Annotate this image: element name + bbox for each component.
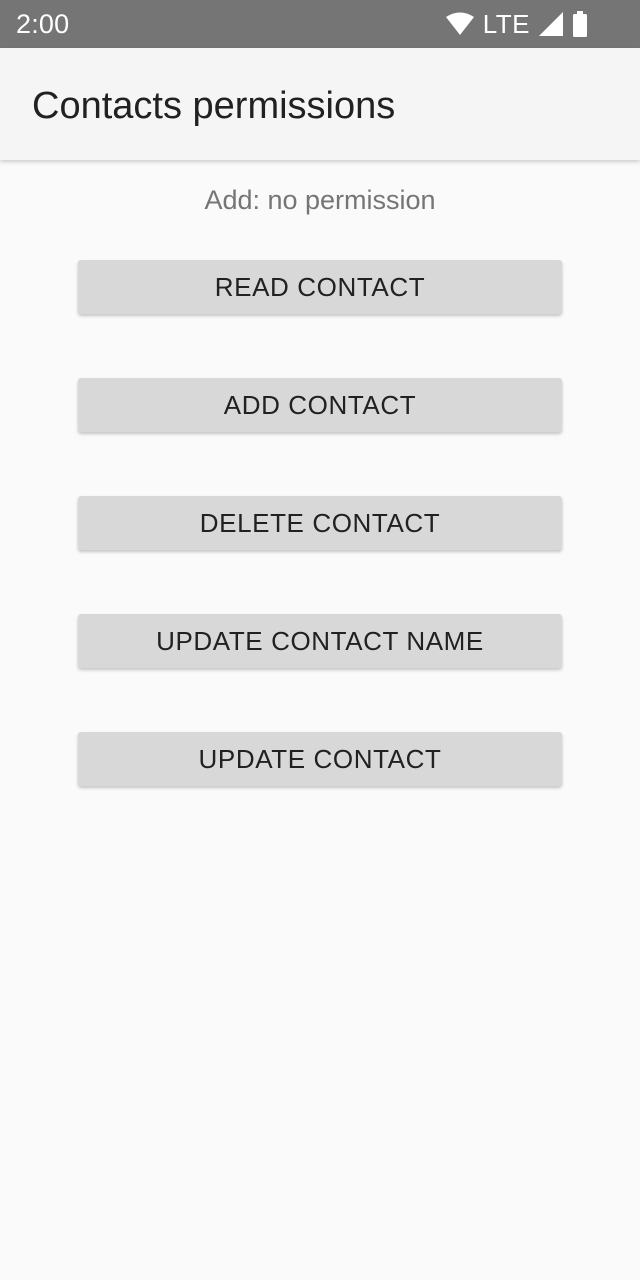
network-type-label: LTE — [482, 9, 530, 39]
page-title: Contacts permissions — [32, 85, 396, 127]
status-bar: 2:00 LTE — [0, 0, 640, 48]
update-contact-button[interactable]: UPDATE CONTACT — [78, 732, 562, 786]
battery-icon — [573, 11, 587, 37]
app-bar: Contacts permissions — [0, 48, 640, 160]
status-time: 2:00 — [16, 9, 70, 39]
add-contact-button[interactable]: ADD CONTACT — [78, 378, 562, 432]
wifi-icon — [445, 12, 474, 35]
cell-signal-icon — [539, 12, 563, 36]
delete-contact-button[interactable]: DELETE CONTACT — [78, 496, 562, 550]
update-contact-name-button[interactable]: UPDATE CONTACT NAME — [78, 614, 562, 668]
permission-status-text: Add: no permission — [204, 185, 436, 215]
status-icons: LTE — [445, 8, 588, 40]
read-contact-button[interactable]: READ CONTACT — [78, 260, 562, 314]
